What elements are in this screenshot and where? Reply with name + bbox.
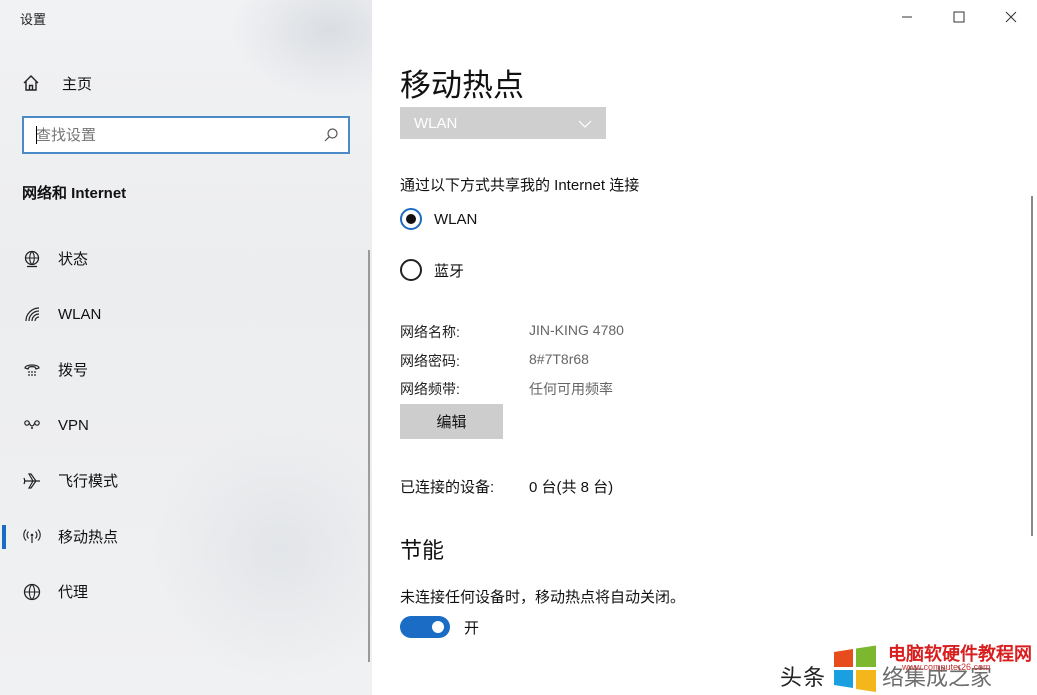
toggle-label: 开 — [464, 619, 480, 637]
sidebar-item-wlan[interactable]: WLAN — [0, 287, 372, 343]
maximize-button[interactable] — [933, 0, 985, 34]
connected-devices-value: 0 台(共 8 台) — [529, 479, 614, 496]
home-icon — [22, 74, 42, 92]
radio-bluetooth[interactable]: 蓝牙 — [400, 259, 464, 281]
search-box[interactable] — [22, 116, 350, 154]
sidebar-item-status[interactable]: 状态 — [0, 231, 372, 287]
search-input[interactable] — [24, 118, 314, 152]
sidebar-item-proxy[interactable]: 代理 — [0, 564, 372, 620]
text-caret — [36, 126, 37, 144]
info-key: 网络频带: — [400, 381, 460, 397]
sidebar-scrollbar[interactable] — [368, 250, 370, 662]
sidebar-item-label: 移动热点 — [58, 528, 119, 546]
minimize-icon — [902, 16, 912, 18]
radio-label: WLAN — [434, 210, 478, 228]
network-name-row: 网络名称: JIN-KING 4780 — [400, 322, 624, 342]
sidebar-nav: 状态 WLAN 拨号 VPN 飞行模式 移动热点 代理 — [0, 231, 372, 620]
airplane-icon — [22, 471, 42, 491]
globe-status-icon — [22, 249, 42, 269]
network-password-value: 8#7T8r68 — [529, 351, 589, 367]
sidebar-item-airplane-mode[interactable]: 飞行模式 — [0, 453, 372, 509]
hotspot-icon — [22, 526, 42, 546]
sidebar-item-label: VPN — [58, 416, 89, 434]
vpn-icon — [22, 415, 42, 435]
watermark-left-text: 头条 — [780, 665, 827, 690]
radio-unselected-indicator — [400, 259, 422, 281]
sidebar-item-label: 代理 — [58, 584, 89, 602]
info-key: 网络名称: — [400, 324, 460, 340]
power-saving-toggle[interactable]: 开 — [400, 616, 479, 638]
network-band-row: 网络频带: 任何可用频率 — [400, 379, 613, 399]
power-saving-description: 未连接任何设备时，移动热点将自动关闭。 — [400, 589, 686, 606]
radio-selected-indicator — [400, 208, 422, 230]
share-label: 通过以下方式共享我的 Internet 连接 — [400, 177, 640, 194]
home-label: 主页 — [62, 75, 93, 93]
search-icon[interactable] — [314, 127, 348, 143]
minimize-button[interactable] — [881, 0, 933, 34]
window-caption-buttons — [881, 0, 1037, 34]
chevron-down-icon — [578, 115, 592, 132]
window-title: 设置 — [20, 12, 47, 27]
sidebar-item-label: 飞行模式 — [58, 473, 119, 491]
sidebar-item-vpn[interactable]: VPN — [0, 398, 372, 454]
sidebar-item-label: 拨号 — [58, 362, 89, 380]
sidebar-item-label: 状态 — [58, 251, 89, 269]
wifi-icon — [22, 304, 42, 324]
maximize-icon — [953, 11, 965, 23]
toggle-switch[interactable] — [400, 616, 450, 638]
globe-icon — [22, 582, 42, 602]
dialup-icon — [22, 360, 42, 380]
edit-button[interactable]: 编辑 — [400, 404, 503, 439]
page-title: 移动热点 — [400, 68, 524, 103]
watermark-url: www.computer26.com — [902, 662, 991, 672]
close-icon — [1005, 11, 1017, 23]
sidebar: 设置 主页 网络和 Internet 状态 WLAN — [0, 0, 372, 695]
share-from-dropdown[interactable]: WLAN — [400, 107, 606, 139]
power-saving-heading: 节能 — [400, 538, 445, 563]
content-scrollbar[interactable] — [1031, 196, 1033, 536]
main-content: 移动热点 WLAN 通过以下方式共享我的 Internet 连接 WLAN 蓝牙… — [372, 0, 1037, 695]
watermark: 头条 络集成之家 电脑软硬件教程网 www.computer26.com — [770, 634, 1037, 695]
windows-logo-icon — [834, 645, 876, 692]
sidebar-item-dialup[interactable]: 拨号 — [0, 342, 372, 398]
sidebar-item-mobile-hotspot[interactable]: 移动热点 — [0, 509, 372, 565]
network-band-value: 任何可用频率 — [529, 381, 613, 397]
network-password-row: 网络密码: 8#7T8r68 — [400, 351, 589, 371]
section-title: 网络和 Internet — [22, 185, 127, 202]
close-button[interactable] — [985, 0, 1037, 34]
radio-wlan[interactable]: WLAN — [400, 208, 477, 230]
dropdown-value: WLAN — [414, 114, 458, 132]
radio-label: 蓝牙 — [434, 262, 465, 280]
sidebar-item-label: WLAN — [58, 305, 102, 323]
connected-devices-key: 已连接的设备: — [400, 479, 495, 496]
connected-devices-row: 已连接的设备: 0 台(共 8 台) — [400, 476, 613, 497]
info-key: 网络密码: — [400, 353, 460, 369]
sidebar-home-link[interactable]: 主页 — [22, 70, 92, 96]
network-name-value: JIN-KING 4780 — [529, 322, 624, 338]
